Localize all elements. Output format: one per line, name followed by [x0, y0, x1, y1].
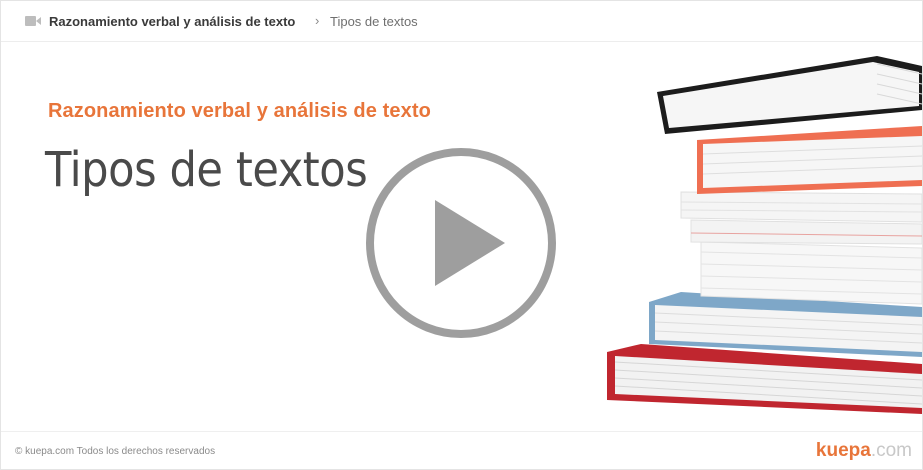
breadcrumb-separator: ›: [315, 13, 320, 28]
breadcrumb-course[interactable]: Razonamiento verbal y análisis de texto: [49, 14, 295, 29]
breadcrumb-topic: Tipos de textos: [330, 14, 418, 29]
slide-subtitle: Razonamiento verbal y análisis de texto: [48, 100, 431, 122]
brand-domain: .com: [870, 440, 912, 461]
slide-title: Tipos de textos: [45, 142, 368, 198]
breadcrumb: Razonamiento verbal y análisis de texto …: [1, 1, 922, 42]
video-camera-icon: [25, 16, 41, 26]
video-slide: Razonamiento verbal y análisis de texto …: [1, 42, 922, 431]
stack-of-books-illustration: [607, 56, 922, 414]
brand-name: kuepa: [815, 440, 871, 461]
video-player[interactable]: Razonamiento verbal y análisis de texto …: [0, 0, 923, 470]
play-button[interactable]: [363, 145, 559, 341]
footer: © kuepa.com Todos los derechos reservado…: [1, 431, 922, 469]
copyright-text: © kuepa.com Todos los derechos reservado…: [15, 446, 216, 457]
kuepa-logo[interactable]: kuepa.com: [816, 440, 912, 462]
